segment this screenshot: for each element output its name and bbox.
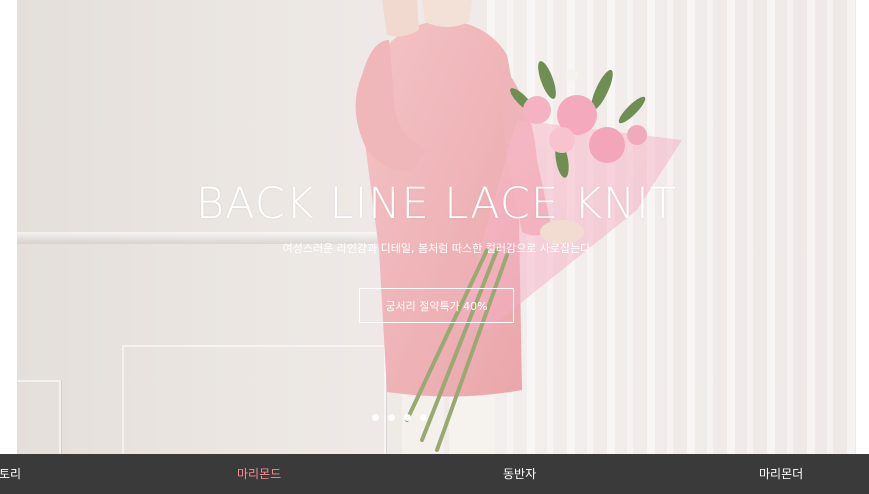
hero-title: BACK LINE LACE KNIT (195, 179, 678, 229)
nav-item-tori[interactable]: 토리 (0, 454, 21, 494)
hero-overlay: BACK LINE LACE KNIT 여성스러운 라인감과 디테일, 봄처럼 … (17, 0, 856, 454)
slider-dot-2[interactable] (388, 414, 395, 421)
slider-dot-4[interactable] (420, 414, 427, 421)
slider-dot-1[interactable] (372, 414, 379, 421)
nav-item-marymonder[interactable]: 마리몬더 (759, 454, 803, 494)
bottom-category-nav: 토리 마리몬드 동반자 마리몬더 (0, 454, 869, 494)
nav-item-marymond[interactable]: 마리몬드 (237, 454, 281, 494)
nav-item-companion[interactable]: 동반자 (503, 454, 536, 494)
hero-subtitle: 여성스러운 라인감과 디테일, 봄처럼 따스한 컬러감으로 사로잡는다 (282, 242, 591, 255)
hero-cta-button[interactable]: 궁서리 절약특가 40% (359, 288, 514, 323)
slider-pagination (372, 414, 427, 421)
slider-dot-3[interactable] (404, 414, 411, 421)
hero-banner[interactable]: BACK LINE LACE KNIT 여성스러운 라인감과 디테일, 봄처럼 … (17, 0, 856, 454)
